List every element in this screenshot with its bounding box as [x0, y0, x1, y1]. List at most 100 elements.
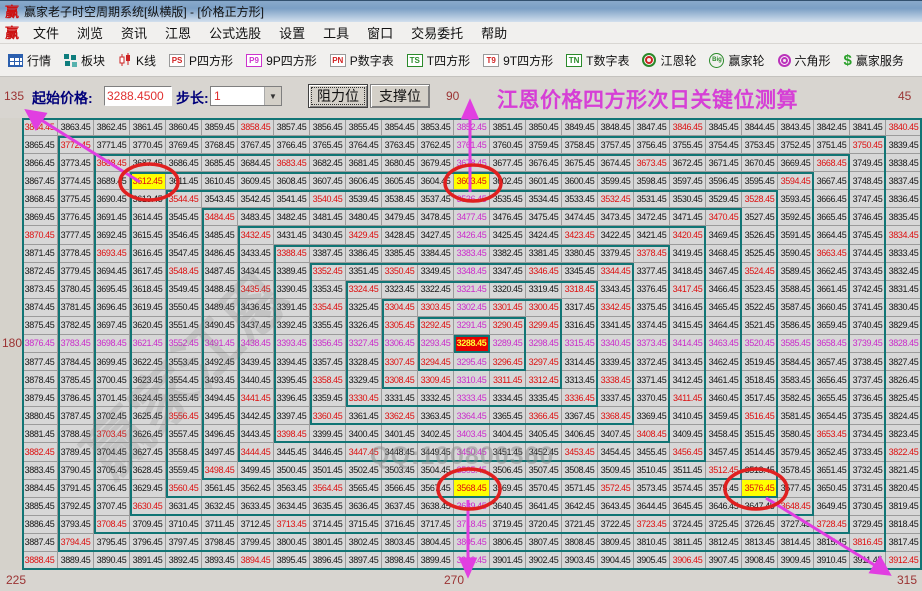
toolbar-item[interactable]: 行情 [8, 52, 51, 69]
gann-cell: 3809.45 [598, 533, 634, 552]
menu-item[interactable]: 江恩 [156, 26, 200, 41]
start-price-label: 起始价格: [32, 90, 93, 106]
support-button[interactable]: 支撑位 [370, 84, 430, 108]
gann-cell: 3612.45 [130, 172, 166, 191]
pn-icon: PN [329, 53, 346, 67]
gann-cell: 3521.45 [742, 316, 778, 335]
gann-cell: 3602.45 [490, 172, 526, 191]
gann-cell: 3484.45 [202, 208, 238, 227]
gann-cell: 3889.45 [58, 551, 94, 570]
toolbar-item[interactable]: PN P数字表 [329, 52, 394, 69]
menu-item[interactable]: 浏览 [68, 26, 112, 41]
gann-cell: 3432.45 [238, 226, 274, 245]
gann-cell: 3453.45 [562, 443, 598, 462]
toolbar-item[interactable]: 六角形 [777, 52, 831, 69]
gann-cell: 3731.45 [850, 479, 886, 498]
gann-cell: 3820.45 [886, 479, 922, 498]
gann-cell: 3422.45 [598, 226, 634, 245]
gann-cell: 3744.45 [850, 244, 886, 263]
gann-cell: 3844.45 [742, 118, 778, 137]
gann-cell: 3739.45 [850, 334, 886, 354]
gann-cell: 3309.45 [418, 371, 454, 390]
gann-cell: 3443.45 [238, 425, 274, 444]
menu-item[interactable]: 资讯 [112, 26, 156, 41]
gann-cell: 3340.45 [598, 334, 634, 354]
gann-cell: 3608.45 [274, 172, 310, 191]
toolbar-item[interactable]: $ 赢家服务 [844, 52, 904, 69]
gann-cell: 3790.45 [58, 461, 94, 480]
toolbar-item[interactable]: TN T数字表 [566, 52, 629, 69]
gann-cell: 3618.45 [130, 280, 166, 299]
gann-cell: 3849.45 [562, 118, 598, 137]
gann-cell: 3517.45 [742, 389, 778, 408]
menu-item[interactable]: 文件 [24, 26, 68, 41]
gann-cell: 3325.45 [346, 298, 382, 317]
gann-cell: 3750.45 [850, 136, 886, 155]
gann-cell: 3458.45 [706, 425, 742, 444]
gann-cell: 3714.45 [310, 515, 346, 534]
gann-cell: 3861.45 [130, 118, 166, 137]
gann-cell: 3584.45 [778, 353, 814, 372]
gann-cell: 3326.45 [346, 316, 382, 335]
window-title: 赢家老子时空周期系统[纵横版] - [价格正方形] [24, 5, 265, 19]
menu-item[interactable]: 帮助 [472, 26, 516, 41]
gann-cell: 3349.45 [418, 262, 454, 281]
gann-cell: 3842.45 [814, 118, 850, 137]
menu-item[interactable]: 窗口 [358, 26, 402, 41]
gann-cell: 3303.45 [418, 298, 454, 317]
gann-cell: 3743.45 [850, 262, 886, 281]
gann-cell: 3785.45 [58, 371, 94, 390]
gann-cell: 3470.45 [706, 208, 742, 227]
gann-cell: 3633.45 [238, 497, 274, 516]
quotes-table-icon [8, 53, 23, 67]
gann-cell: 3748.45 [850, 172, 886, 191]
toolbar-item-label: P四方形 [189, 53, 234, 68]
gann-cell: 3328.45 [346, 353, 382, 372]
gann-cell: 3679.45 [418, 154, 454, 173]
gann-cell: 3482.45 [274, 208, 310, 227]
gann-cell: 3645.45 [670, 497, 706, 516]
menu-item[interactable]: 工具 [314, 26, 358, 41]
gann-cell: 3867.45 [22, 172, 58, 191]
toolbar-item[interactable]: TS T四方形 [406, 52, 470, 69]
chevron-down-icon[interactable]: ▼ [264, 87, 281, 105]
gann-cell: 3405.45 [526, 425, 562, 444]
gann-cell: 3497.45 [202, 443, 238, 462]
gann-cell: 3757.45 [598, 136, 634, 155]
resistance-button[interactable]: 阻力位 [308, 84, 368, 108]
gann-cell: 3478.45 [418, 208, 454, 227]
gann-cell: 3881.45 [22, 425, 58, 444]
gann-cell: 3630.45 [130, 497, 166, 516]
menu-item[interactable]: 交易委托 [402, 26, 472, 41]
gann-cell: 3462.45 [706, 353, 742, 372]
gann-cell: 3466.45 [706, 280, 742, 299]
toolbar-item[interactable]: 板块 [64, 52, 105, 69]
gann-cell: 3543.45 [202, 190, 238, 209]
gann-cell: 3540.45 [310, 190, 346, 209]
toolbar-item[interactable]: T9 9T四方形 [483, 52, 553, 69]
gann-cell: 3909.45 [778, 551, 814, 570]
step-dropdown[interactable]: 1 ▼ [210, 86, 282, 106]
gann-cell: 3310.45 [454, 371, 490, 390]
app-window: { "window": { "logo": "赢", "title": "赢家老… [0, 0, 922, 591]
start-price-input[interactable] [104, 86, 172, 106]
toolbar-item[interactable]: K线 [118, 52, 156, 69]
gann-cell: 3389.45 [274, 262, 310, 281]
gann-cell: 3611.45 [166, 172, 202, 191]
gann-cell: 3523.45 [742, 280, 778, 299]
gann-cell: 3404.45 [490, 425, 526, 444]
gann-cell: 3598.45 [634, 172, 670, 191]
gann-cell: 3306.45 [382, 334, 418, 354]
toolbar-item[interactable]: P9 9P四方形 [246, 52, 317, 69]
gann-cell: 3643.45 [598, 497, 634, 516]
gann-cell: 3758.45 [562, 136, 598, 155]
gann-cell: 3544.45 [166, 190, 202, 209]
menu-item[interactable]: 公式选股 [200, 26, 270, 41]
gann-cell: 3401.45 [382, 425, 418, 444]
toolbar-item[interactable]: PS P四方形 [169, 52, 233, 69]
menu-item[interactable]: 设置 [270, 26, 314, 41]
toolbar-item[interactable]: 江恩轮 [642, 52, 696, 69]
toolbar-item[interactable]: Big 赢家轮 [709, 52, 765, 69]
gann-cell: 3346.45 [526, 262, 562, 281]
gann-cell: 3574.45 [670, 479, 706, 498]
